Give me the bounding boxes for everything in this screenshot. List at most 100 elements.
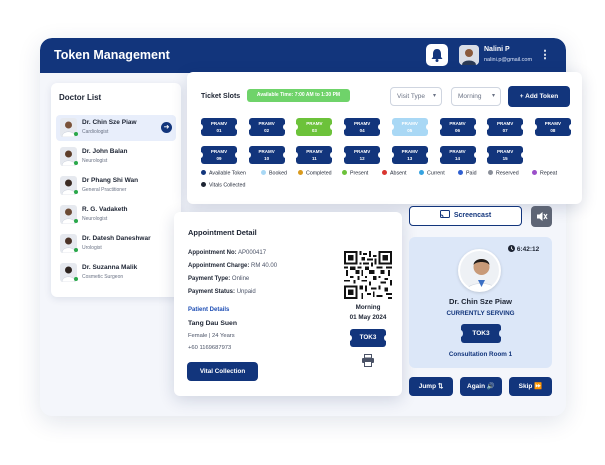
appointment-no-row: Appointment No: AP000417 [188,250,266,256]
ticket-number: 10 [264,156,270,161]
ticket-number: 05 [407,128,413,133]
legend-item: Absent [382,170,407,177]
chevron-down-icon: ▾ [491,93,495,99]
jump-button[interactable]: Jump ⇅ [409,377,453,396]
screencast-button[interactable]: Screencast [409,206,522,226]
mute-button[interactable] [531,206,552,227]
ticket-slot[interactable]: PRAMV 04 [341,118,384,136]
ticket-number: 12 [359,156,365,161]
printer-icon[interactable] [361,354,375,367]
ticket-number: 06 [454,128,460,133]
clock-icon [508,245,515,252]
doctor-name: Dr. Datesh Daneshwar [82,235,151,242]
ticket-slot[interactable]: PRAMV 09 [198,146,240,164]
session-select[interactable]: Morning ▾ [451,87,501,106]
legend-dot [382,170,387,175]
doctor-item[interactable]: Dr. John Balan Neurologist [56,144,176,170]
legend-label: Available Token [209,170,246,177]
doctor-name: Dr. Chin Sze Piaw [82,119,137,126]
serving-doctor-name: Dr. Chin Sze Piaw [449,297,512,306]
patient-name: Tang Dau Suen [188,320,237,327]
payment-status-row: Payment Status: Unpaid [188,289,256,295]
doctor-list-title: Doctor List [59,93,102,102]
legend-dot [458,170,463,175]
ticket-prefix: PRAMV [401,121,418,126]
doctor-name: Dr. John Balan [82,148,128,155]
more-options-icon[interactable]: ⋮ [538,48,552,62]
serving-ticket: TOK3 [458,324,504,343]
serving-doctor-photo [458,249,501,292]
legend-label: Vitals Collected [209,182,246,189]
doctor-name: R. G. Vadaketh [82,206,128,213]
ticket-prefix: PRAMV [210,149,228,154]
doctor-item[interactable]: Dr Phang Shi Wan General Practitioner [56,173,176,199]
visit-type-value: Visit Type [397,93,425,100]
ticket-prefix: PRAMV [258,149,275,154]
clock: 6:42:12 [508,245,539,253]
ticket-slot[interactable]: PRAMV 10 [245,146,288,164]
ticket-slot[interactable]: PRAMV 08 [531,118,574,136]
vital-collection-button[interactable]: Vital Collection [187,362,258,381]
legend-label: Present [350,170,369,177]
legend-dot [532,170,537,175]
ticket-prefix: PRAMV [306,121,323,126]
ticket-slots-title: Ticket Slots [201,93,241,100]
ticket-number: 07 [502,128,508,133]
arrow-right-icon[interactable]: ➜ [161,122,172,133]
legend-dot [342,170,347,175]
appointment-charge-row: Appointment Charge: RM 40.00 [188,263,277,269]
user-name: Nalini P [484,46,510,53]
ticket-slot[interactable]: PRAMV 05 [388,118,431,136]
ticket-slot[interactable]: PRAMV 12 [341,146,384,164]
payment-status-label: Payment Status: [188,289,236,295]
ticket-slot[interactable]: PRAMV 01 [198,118,240,136]
doctor-specialty: Cosmetic Surgeon [82,274,124,280]
ticket-slot[interactable]: PRAMV 11 [293,146,336,164]
legend-label: Current [427,170,445,177]
qr-code [344,251,392,299]
ticket-prefix: PRAMV [544,121,562,126]
currently-serving-panel: 6:42:12 Dr. Chin Sze Piaw CURRENTLY SERV… [409,237,552,368]
legend-label: Repeat [540,170,558,177]
ticket-number: 04 [359,128,365,133]
add-token-button[interactable]: + Add Token [508,86,570,107]
ticket-slot[interactable]: PRAMV 07 [484,118,527,136]
patient-gender-age: Female | 24 Years [188,333,235,339]
ticket-slot[interactable]: PRAMV 14 [436,146,479,164]
payment-type-value: Online [231,276,250,282]
doctor-item[interactable]: Dr. Chin Sze Piaw Cardiologist ➜ [56,115,176,141]
ticket-prefix: PRAMV [497,149,514,154]
ticket-number: 13 [407,156,413,161]
ticket-prefix: PRAMV [401,149,418,154]
legend-dot [201,182,206,187]
ticket-prefix: PRAMV [258,121,275,126]
ticket-slot[interactable]: PRAMV 13 [388,146,431,164]
app-title: Token Management [54,48,170,62]
legend-dot [419,170,424,175]
ticket-prefix: PRAMV [449,121,466,126]
user-email: nalini.p@gmail.com [484,57,533,63]
again-button[interactable]: Again 🔊 [460,377,502,396]
doctor-item[interactable]: R. G. Vadaketh Neurologist [56,202,176,228]
avatar [459,45,479,65]
skip-button[interactable]: Skip ⏩ [509,377,552,396]
legend-item: Repeat [532,170,557,177]
online-status-dot [74,219,78,223]
doctor-item[interactable]: Dr. Datesh Daneshwar Urologist [56,231,176,257]
appointment-charge-value: RM 40.00 [251,263,278,269]
ticket-slot[interactable]: PRAMV 03 [293,118,336,136]
ticket-prefix: PRAMV [306,149,323,154]
ticket-slot[interactable]: PRAMV 06 [436,118,479,136]
session-value: Morning [458,93,482,100]
online-status-dot [74,161,78,165]
legend-dot [201,170,206,175]
ticket-slot[interactable]: PRAMV 02 [245,118,288,136]
notification-button[interactable] [426,44,448,66]
ticket-slot[interactable]: PRAMV 15 [484,146,527,164]
legend-item: Completed [298,170,332,177]
doctor-item[interactable]: Dr. Suzanna Malik Cosmetic Surgeon [56,260,176,286]
consultation-room: Consultation Room 1 [448,351,513,358]
ticket-prefix: PRAMV [497,121,514,126]
visit-type-select[interactable]: Visit Type ▾ [390,87,442,106]
serving-status: CURRENTLY SERVING [446,310,515,317]
